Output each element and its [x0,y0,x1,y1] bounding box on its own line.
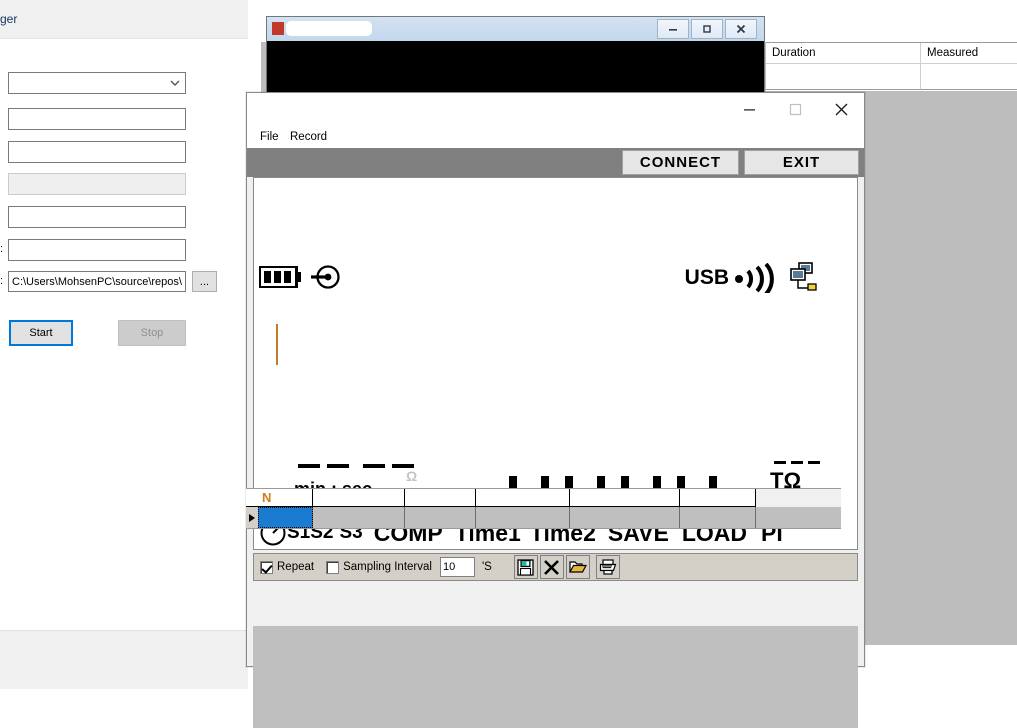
usb-connection-indicator: USB [685,262,821,294]
grid-cell-n[interactable] [258,507,313,528]
grid-cell-2[interactable] [313,507,405,528]
repeat-checkbox[interactable] [260,560,273,574]
lcd-faint-artifact [559,296,562,308]
battery-full-icon [259,266,301,288]
dialog-empty-area [253,626,858,728]
dialog-titlebar[interactable] [247,93,864,126]
minimize-icon [743,108,755,110]
dialog-maximize-button[interactable] [772,93,818,125]
restore-icon [703,25,711,33]
stop-button[interactable]: Stop [118,320,186,346]
console-minimize-button[interactable] [657,19,689,39]
grid-header-filler [756,489,841,507]
field-6-label: : [0,243,4,255]
grid-cell-5[interactable] [570,507,680,528]
usb-label: USB [684,266,729,289]
toolbar-icon-group [513,555,622,579]
field-6[interactable] [8,239,186,261]
menu-item-file[interactable]: File [255,128,284,146]
ohm-small-label: Ω [406,468,418,484]
console-restore-button[interactable] [691,19,723,39]
table-cell-measured[interactable] [921,64,1017,90]
connect-button[interactable]: CONNECT [622,150,739,175]
repeat-label: Repeat [277,561,315,573]
background-results-table: Duration Measured [766,42,1017,91]
console-window-title [286,21,372,36]
print-icon [599,559,617,575]
path-field[interactable]: C:\Users\MohsenPC\source\repos\ [8,271,186,292]
grid-column-header-6[interactable] [680,489,756,507]
grid-cell-4[interactable] [476,507,570,528]
menu-item-record[interactable]: Record [285,128,332,146]
grid-column-header-5[interactable] [570,489,680,507]
grid-cell-3[interactable] [405,507,476,528]
console-close-button[interactable] [725,19,757,39]
exit-button[interactable]: EXIT [744,150,859,175]
seconds-unit-label: 'S [481,561,492,573]
field-5[interactable] [8,206,186,228]
console-titlebar[interactable] [267,17,764,42]
table-row[interactable] [246,507,841,529]
open-folder-icon [568,561,587,573]
maximize-icon [789,103,801,115]
column-header-duration[interactable]: Duration [766,43,921,64]
wireless-waves-icon [735,263,774,293]
grid-column-header-2[interactable] [313,489,405,507]
row-selector-marker[interactable] [246,507,258,528]
sampling-interval-checkbox-wrap[interactable]: Sampling Interval [326,560,432,574]
record-data-grid: N [246,488,841,533]
logger-titlebar: ger [0,0,248,39]
dialog-close-button[interactable] [818,93,864,125]
dialog-action-band: CONNECT EXIT [247,148,864,177]
grid-column-header-4[interactable] [476,489,570,507]
close-icon [835,103,847,115]
grid-column-header-n[interactable]: N [258,489,313,507]
console-app-icon [272,22,284,35]
repeat-checkbox-wrap[interactable]: Repeat [260,560,315,574]
delete-icon [544,559,560,575]
close-icon [736,24,746,34]
logger-window-title: ger [0,12,18,26]
lcd-text-cursor [276,324,278,365]
grid-column-header-3[interactable] [405,489,476,507]
port-select[interactable] [8,72,186,94]
table-cell-duration[interactable] [766,64,921,90]
unit-dashes [774,461,820,464]
path-field-label: : [0,275,4,287]
minimize-icon [669,29,677,31]
delete-button[interactable] [539,555,564,579]
print-button[interactable] [595,555,620,579]
sampling-interval-label: Sampling Interval [343,561,432,573]
chevron-down-icon [170,80,180,86]
field-2[interactable] [8,108,186,130]
timer-digit-seg [298,464,320,468]
power-plug-icon [311,265,340,289]
console-window [266,16,765,104]
sampling-interval-input[interactable]: 10 [439,557,475,577]
field-3[interactable] [8,141,186,163]
logger-status-strip [0,630,248,689]
start-button[interactable]: Start [9,320,73,346]
insulation-tester-dialog: File Record CONNECT EXIT USB Ω TΩ S1 S2 … [246,92,865,728]
save-icon [517,558,534,576]
grid-cell-6[interactable] [680,507,756,528]
record-toolbar: Repeat Sampling Interval 10 'S [253,553,858,581]
timer-digits [298,464,414,468]
pc-network-icon [790,262,817,291]
timer-digit-seg [363,464,385,468]
column-header-measured[interactable]: Measured [921,43,1017,64]
dialog-minimize-button[interactable] [726,93,772,125]
timer-digit-seg [327,464,349,468]
open-button[interactable] [565,555,590,579]
field-4 [8,173,186,195]
grid-header-row: N [246,488,841,507]
dialog-menubar: File Record [247,126,864,148]
logger-window: ger : : C:\Users\MohsenPC\source\repos\ … [0,0,249,689]
save-button[interactable] [513,555,538,579]
browse-button[interactable]: ... [192,271,217,292]
sampling-interval-checkbox[interactable] [326,560,340,574]
